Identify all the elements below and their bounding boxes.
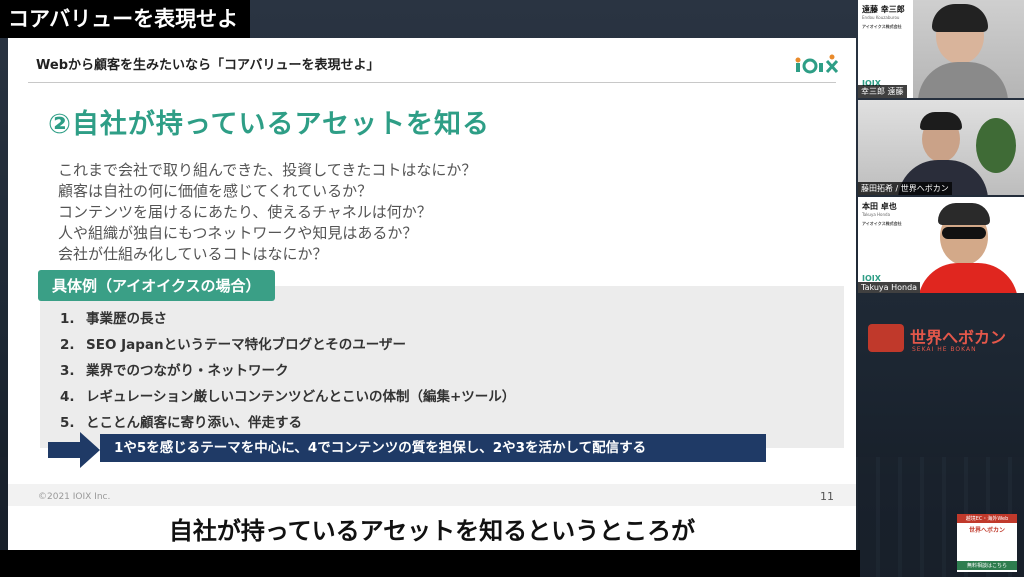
ioix-logo bbox=[795, 54, 839, 74]
participant-video-1: 遠藤 幸三郎 Endou Kouzaburou アイオイクス株式会社 IOIX … bbox=[858, 0, 1024, 98]
participant-name-tag: 幸三郎 遠藤 bbox=[858, 85, 907, 98]
participant-video-3: 本田 卓也 Takuya Honda アイオイクス株式会社 IOIX Takuy… bbox=[858, 197, 1024, 293]
example-number: 4. bbox=[60, 389, 75, 405]
card-name: 遠藤 幸三郎 bbox=[862, 5, 905, 14]
card-company: アイオイクス株式会社 bbox=[862, 221, 902, 226]
participant-name-tag: 藤田拓希 / 世界へボカン bbox=[858, 182, 952, 195]
card-romaji: Takuya Honda bbox=[862, 212, 891, 217]
example-item: 3. 業界でのつながり・ネットワーク bbox=[60, 358, 515, 384]
question-item: 顧客は自社の何に価値を感じてくれているか？ bbox=[58, 182, 373, 200]
slide-title: ②自社が持っているアセットを知る bbox=[48, 109, 490, 140]
sunglasses-icon bbox=[942, 227, 986, 239]
example-text: とことん顧客に寄り添い、伴走する bbox=[86, 415, 302, 431]
participant-video-2: 藤田拓希 / 世界へボカン bbox=[858, 100, 1024, 195]
example-label: 具体例（アイオイクスの場合） bbox=[38, 270, 275, 301]
question-list: これまで会社で取り組んできた、投資してきたコトはなにか？ 顧客は自社の何に価値を… bbox=[58, 160, 476, 265]
example-list: 1. 事業歴の長さ 2. SEO Japanというテーマ特化ブログとそのユーザー 3… bbox=[60, 306, 515, 436]
card-romaji: Endou Kouzaburou bbox=[862, 15, 900, 20]
slide-divider bbox=[28, 82, 836, 83]
card-name: 本田 卓也 bbox=[862, 202, 897, 211]
channel-logo: 世界へボカン SEKAI HE BOKAN bbox=[868, 320, 1018, 358]
slide-footer bbox=[8, 484, 856, 506]
subtitle-bar: 自社が持っているアセットを知るというところが bbox=[8, 506, 856, 550]
example-item: 5. とことん顧客に寄り添い、伴走する bbox=[60, 410, 515, 436]
callout-banner: 1や5を感じるテーマを中心に、4でコンテンツの質を担保し、2や3を活かして配信す… bbox=[100, 434, 766, 462]
example-item: 2. SEO Japanというテーマ特化ブログとそのユーザー bbox=[60, 332, 515, 358]
consultation-ad[interactable]: 越境EC・海外Web 世界へボカン 無料相談はこちら bbox=[957, 514, 1017, 572]
ad-cta[interactable]: 無料相談はこちら bbox=[957, 561, 1017, 570]
example-number: 1. bbox=[60, 311, 75, 327]
person-body bbox=[918, 263, 1018, 293]
subtitle-text: 自社が持っているアセットを知るというところが bbox=[168, 517, 696, 545]
example-text: レギュレーション厳しいコンテンツどんとこいの体制（編集+ツール） bbox=[86, 389, 516, 405]
business-card: 遠藤 幸三郎 Endou Kouzaburou アイオイクス株式会社 IOIX bbox=[858, 0, 913, 98]
speech-bubble-icon bbox=[868, 324, 904, 352]
person-hair bbox=[938, 203, 990, 225]
example-item: 1. 事業歴の長さ bbox=[60, 306, 515, 332]
copyright-text: ©2021 IOIX Inc. bbox=[38, 492, 111, 502]
participant-name-tag: Takuya Honda bbox=[858, 282, 921, 293]
question-item: 人や組織が独自にもつネットワークや知見はあるか？ bbox=[58, 224, 418, 242]
channel-subtitle: SEKAI HE BOKAN bbox=[912, 346, 977, 353]
question-item: これまで会社で取り組んできた、投資してきたコトはなにか？ bbox=[58, 161, 477, 179]
example-text: 業界でのつながり・ネットワーク bbox=[86, 363, 289, 379]
card-company: アイオイクス株式会社 bbox=[862, 24, 902, 29]
example-number: 2. bbox=[60, 337, 75, 353]
ad-top-label: 越境EC・海外Web bbox=[957, 514, 1017, 523]
video-title-tag: コアバリューを表現せよ bbox=[0, 0, 250, 38]
question-item: コンテンツを届けるにあたり、使えるチャネルは何か？ bbox=[58, 203, 432, 221]
slide-header: Webから顧客を生みたいなら「コアバリューを表現せよ」 bbox=[36, 58, 380, 73]
arrow-right-icon bbox=[48, 432, 100, 468]
example-number: 3. bbox=[60, 363, 75, 379]
person-hair bbox=[920, 112, 962, 130]
presentation-slide: Webから顧客を生みたいなら「コアバリューを表現せよ」 ②自社が持っているアセッ… bbox=[8, 38, 856, 506]
channel-name: 世界へボカン bbox=[910, 328, 1007, 347]
question-item: 会社が仕組み化しているコトはなにか？ bbox=[58, 245, 328, 263]
example-text: 事業歴の長さ bbox=[86, 311, 167, 327]
page-number: 11 bbox=[820, 490, 834, 503]
plant-decoration bbox=[976, 118, 1016, 173]
bottom-bar bbox=[0, 550, 860, 577]
ad-brand: 世界へボカン bbox=[968, 527, 1005, 534]
example-item: 4. レギュレーション厳しいコンテンツどんとこいの体制（編集+ツール） bbox=[60, 384, 515, 410]
example-text: SEO Japanというテーマ特化ブログとそのユーザー bbox=[86, 337, 406, 353]
business-card: 本田 卓也 Takuya Honda アイオイクス株式会社 IOIX bbox=[858, 197, 920, 293]
